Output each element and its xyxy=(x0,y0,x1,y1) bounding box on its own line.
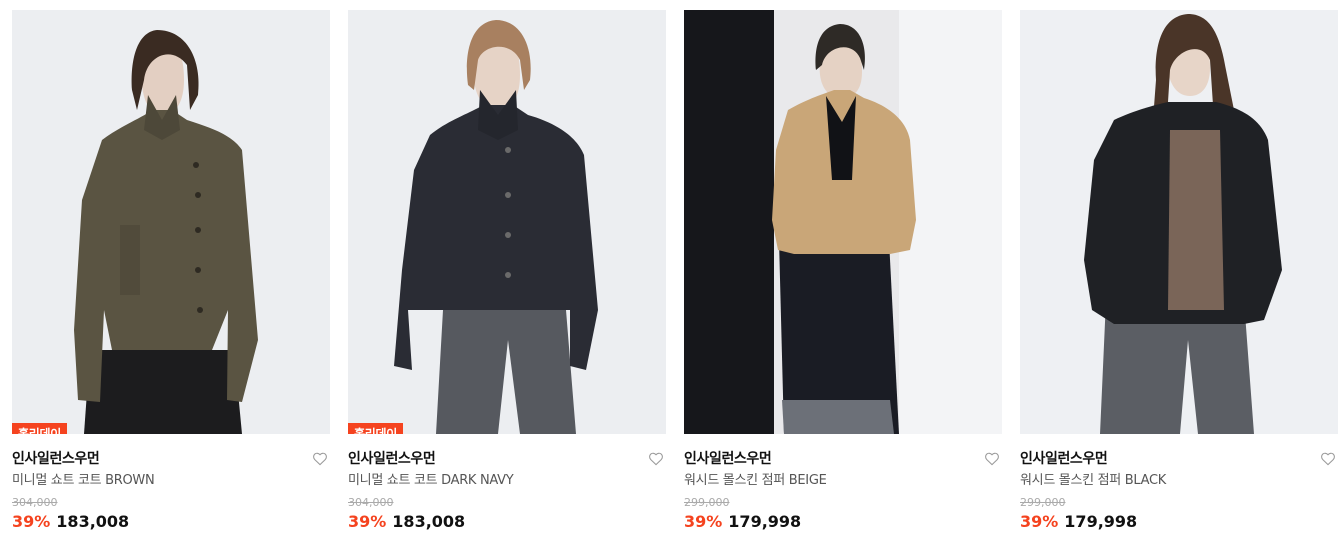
product-name[interactable]: 워시드 몰스킨 점퍼 BLACK xyxy=(1020,472,1338,490)
heart-outline-icon[interactable] xyxy=(1320,451,1336,467)
brand-row: 인사일런스우먼 xyxy=(684,449,1002,469)
product-image[interactable]: 홀리데이 xyxy=(348,10,666,434)
price-row: 39% 183,008 xyxy=(348,511,666,533)
product-photo-brown-coat xyxy=(12,10,330,434)
price-row: 39% 183,008 xyxy=(12,511,330,533)
discount-rate: 39% xyxy=(684,512,723,531)
sale-price: 183,008 xyxy=(392,512,466,531)
heart-outline-icon[interactable] xyxy=(312,451,328,467)
sale-price: 179,998 xyxy=(1064,512,1138,531)
product-image[interactable] xyxy=(684,10,1002,434)
brand-row: 인사일런스우먼 xyxy=(12,449,330,469)
brand-name[interactable]: 인사일런스우먼 xyxy=(1020,449,1338,469)
heart-outline-icon[interactable] xyxy=(648,451,664,467)
product-card[interactable]: 홀리데이 인사일런스우먼 미니멀 쇼트 코트 DARK NAVY 304,000… xyxy=(348,10,666,538)
product-photo-black-jumper xyxy=(1020,10,1338,434)
original-price: 304,000 xyxy=(12,496,58,509)
brand-name[interactable]: 인사일런스우먼 xyxy=(12,449,330,469)
brand-name[interactable]: 인사일런스우먼 xyxy=(684,449,1002,469)
original-price: 299,000 xyxy=(684,496,730,509)
price-row: 39% 179,998 xyxy=(1020,511,1338,533)
sale-price: 183,008 xyxy=(56,512,130,531)
product-card[interactable]: 인사일런스우먼 워시드 몰스킨 점퍼 BEIGE 299,000 39% 179,… xyxy=(684,10,1002,538)
sale-price: 179,998 xyxy=(728,512,802,531)
heart-outline-icon[interactable] xyxy=(984,451,1000,467)
discount-rate: 39% xyxy=(1020,512,1059,531)
discount-rate: 39% xyxy=(348,512,387,531)
product-card[interactable]: 인사일런스우먼 워시드 몰스킨 점퍼 BLACK 299,000 39% 179,… xyxy=(1020,10,1338,538)
brand-row: 인사일런스우먼 xyxy=(348,449,666,469)
original-price: 304,000 xyxy=(348,496,394,509)
holiday-badge: 홀리데이 xyxy=(12,423,67,434)
original-price: 299,000 xyxy=(1020,496,1066,509)
brand-row: 인사일런스우먼 xyxy=(1020,449,1338,469)
product-image[interactable] xyxy=(1020,10,1338,434)
product-photo-navy-coat xyxy=(348,10,666,434)
product-grid: 홀리데이 인사일런스우먼 미니멀 쇼트 코트 BROWN 304,000 39%… xyxy=(0,0,1339,538)
holiday-badge: 홀리데이 xyxy=(348,423,403,434)
product-photo-beige-jumper xyxy=(684,10,1002,434)
product-image[interactable]: 홀리데이 xyxy=(12,10,330,434)
product-card[interactable]: 홀리데이 인사일런스우먼 미니멀 쇼트 코트 BROWN 304,000 39%… xyxy=(12,10,330,538)
product-name[interactable]: 워시드 몰스킨 점퍼 BEIGE xyxy=(684,472,1002,490)
price-row: 39% 179,998 xyxy=(684,511,1002,533)
product-name[interactable]: 미니멀 쇼트 코트 BROWN xyxy=(12,472,330,490)
product-name[interactable]: 미니멀 쇼트 코트 DARK NAVY xyxy=(348,472,666,490)
discount-rate: 39% xyxy=(12,512,51,531)
brand-name[interactable]: 인사일런스우먼 xyxy=(348,449,666,469)
